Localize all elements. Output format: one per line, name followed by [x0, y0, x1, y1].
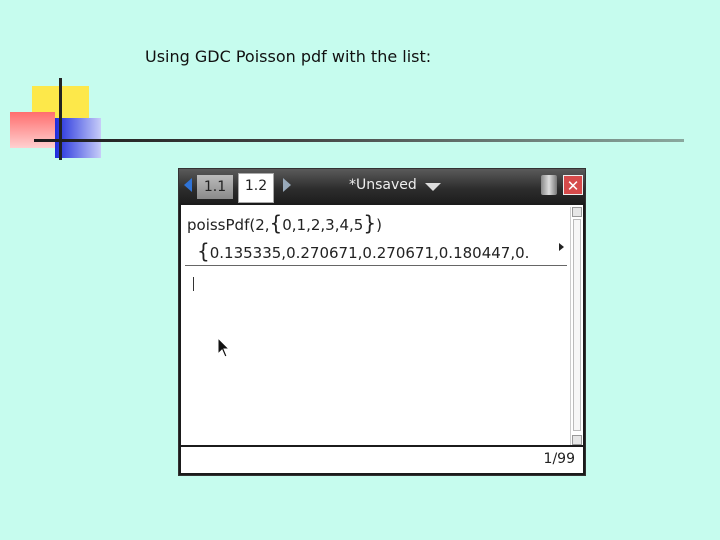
- list-close-brace: }: [363, 211, 377, 235]
- calculator-work-area[interactable]: poissPdf(2,{0,1,2,3,4,5}) {0.135335,0.27…: [181, 205, 583, 445]
- vertical-scrollbar[interactable]: [570, 207, 583, 445]
- entry-line[interactable]: poissPdf(2,{0,1,2,3,4,5}): [187, 211, 382, 235]
- status-bar: 1/99: [181, 447, 583, 473]
- function-name: poissPdf: [187, 216, 250, 234]
- entry-list: 0,1,2,3,4,5: [282, 216, 364, 234]
- chevron-down-icon[interactable]: [425, 183, 441, 191]
- tools-icon[interactable]: [541, 175, 557, 195]
- result-open-brace: {: [197, 239, 210, 263]
- scroll-track[interactable]: [573, 219, 581, 431]
- list-open-brace: {: [269, 211, 283, 235]
- calculator-window: 1.1 1.2 *Unsaved ✕ poissPdf(2,{0,1,2,3,4…: [178, 168, 586, 476]
- next-page-arrow-icon[interactable]: [283, 178, 291, 192]
- tab-1-1[interactable]: 1.1: [197, 175, 233, 199]
- more-right-arrow-icon[interactable]: [559, 243, 564, 251]
- tab-1-2[interactable]: 1.2: [238, 173, 274, 203]
- title-divider-line: [34, 139, 684, 142]
- result-values: 0.135335,0.270671,0.270671,0.180447,0.: [209, 244, 530, 262]
- mouse-pointer-icon: [217, 337, 231, 358]
- result-line[interactable]: {0.135335,0.270671,0.270671,0.180447,0.: [197, 239, 529, 263]
- scroll-up-arrow-icon[interactable]: [572, 207, 582, 217]
- slide-title: Using GDC Poisson pdf with the list:: [145, 47, 432, 66]
- logo-red-block: [10, 112, 55, 148]
- scroll-down-arrow-icon[interactable]: [572, 435, 582, 445]
- close-button[interactable]: ✕: [563, 175, 583, 195]
- logo-vertical-line: [59, 78, 62, 160]
- history-count: 1/99: [543, 451, 575, 467]
- entry-args-close: ): [376, 216, 382, 234]
- document-title[interactable]: *Unsaved: [349, 177, 417, 193]
- previous-page-arrow-icon[interactable]: [184, 178, 192, 192]
- calculator-toolbar: 1.1 1.2 *Unsaved ✕: [179, 169, 585, 203]
- text-cursor: [193, 277, 194, 291]
- entry-args-open: (2,: [249, 216, 270, 234]
- history-separator: [185, 265, 567, 266]
